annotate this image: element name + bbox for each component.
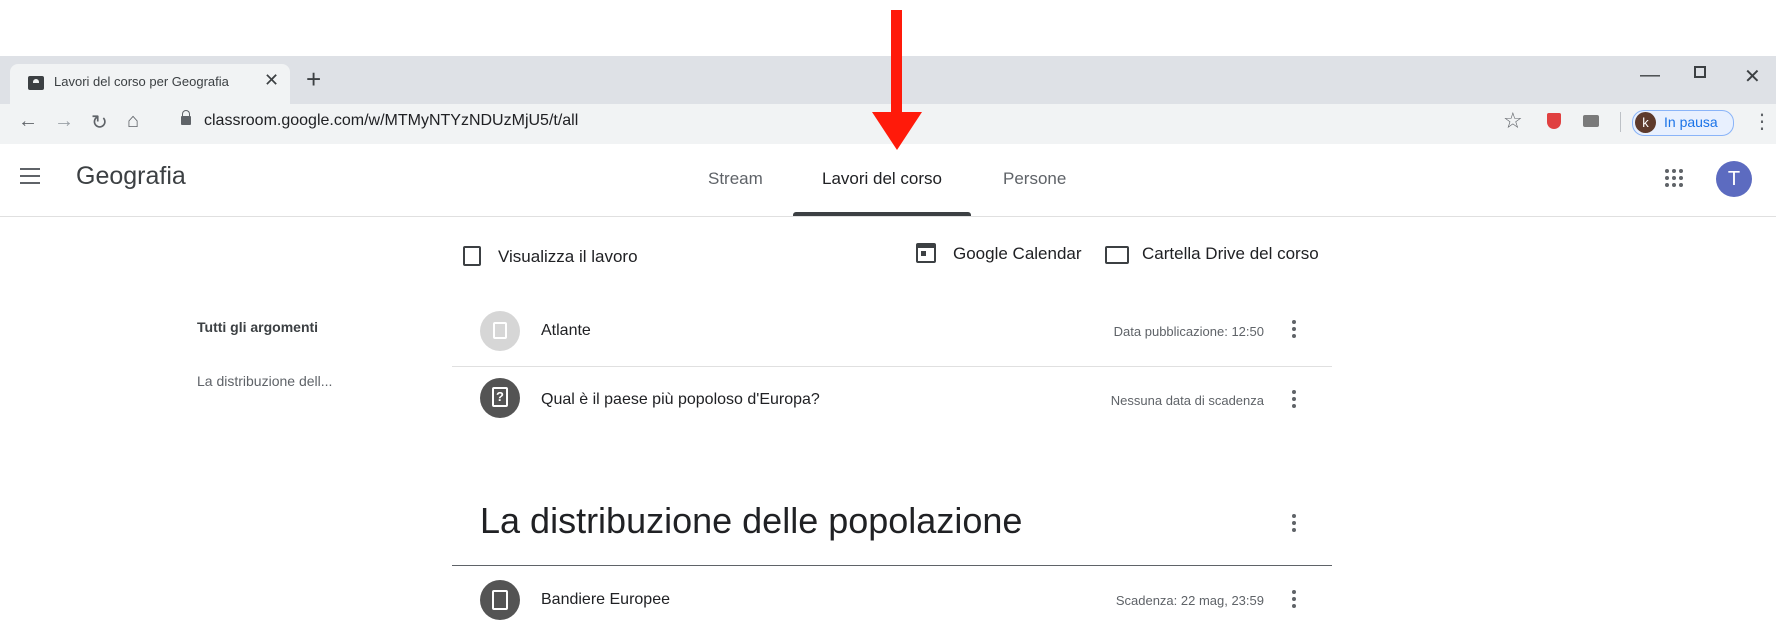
reload-icon[interactable]: ↻ [91, 110, 108, 135]
class-title[interactable]: Geografia [76, 162, 186, 191]
lock-icon[interactable] [181, 110, 191, 125]
menu-icon[interactable] [20, 168, 40, 184]
item-more-icon[interactable] [1292, 320, 1296, 338]
folder-icon[interactable] [1105, 246, 1129, 264]
item-title[interactable]: Bandiere Europee [541, 591, 670, 609]
tab-people[interactable]: Persone [1003, 169, 1066, 189]
topic-link[interactable]: La distribuzione dell... [197, 373, 332, 389]
google-calendar-link[interactable]: Google Calendar [953, 244, 1082, 264]
topic-more-icon[interactable] [1292, 514, 1296, 532]
restore-icon[interactable] [1694, 66, 1706, 78]
item-meta: Nessuna data di scadenza [1110, 393, 1264, 408]
shield-extension-icon[interactable] [1547, 113, 1561, 129]
item-title[interactable]: Qual è il paese più popoloso d'Europa? [541, 391, 820, 409]
classroom-favicon-icon [28, 76, 44, 90]
browser-tab-title: Lavori del corso per Geografia [54, 74, 229, 89]
back-icon[interactable]: ← [18, 110, 38, 133]
forward-icon[interactable]: → [54, 110, 74, 133]
calendar-icon[interactable] [916, 243, 936, 263]
drive-folder-link[interactable]: Cartella Drive del corso [1142, 244, 1319, 264]
home-icon[interactable]: ⌂ [127, 110, 139, 133]
profile-status-label[interactable]: In pausa [1664, 114, 1718, 130]
view-work-button[interactable]: Visualizza il lavoro [498, 247, 638, 267]
camera-extension-icon[interactable] [1583, 115, 1599, 127]
window-close-icon[interactable]: ✕ [1744, 64, 1761, 89]
bookmark-star-icon[interactable]: ☆ [1503, 108, 1523, 134]
tab-classwork[interactable]: Lavori del corso [822, 169, 942, 189]
view-work-icon[interactable] [463, 246, 481, 266]
item-meta: Scadenza: 22 mag, 23:59 [1115, 593, 1264, 608]
url-text[interactable]: classroom.google.com/w/MTMyNTYzNDUzMjU5/… [204, 112, 578, 130]
tab-stream[interactable]: Stream [708, 169, 763, 189]
annotation-arrow-icon [872, 112, 922, 150]
item-more-icon[interactable] [1292, 590, 1296, 608]
question-icon [480, 378, 520, 418]
assignment-icon [480, 580, 520, 620]
annotation-arrow-shaft [891, 10, 902, 116]
material-icon [480, 311, 520, 351]
topic-heading: La distribuzione delle popolazione [480, 500, 1023, 541]
topic-divider [452, 565, 1332, 566]
toolbar-separator [1620, 112, 1621, 132]
item-divider [452, 366, 1332, 367]
item-meta: Data pubblicazione: 12:50 [1113, 324, 1264, 339]
item-title[interactable]: Atlante [541, 322, 591, 340]
item-more-icon[interactable] [1292, 390, 1296, 408]
top-margin [0, 0, 1776, 56]
more-vert-icon[interactable]: ⋮ [1752, 109, 1772, 134]
topic-all-link[interactable]: Tutti gli argomenti [197, 319, 318, 335]
active-tab-indicator [793, 212, 971, 216]
apps-grid-icon[interactable] [1665, 169, 1685, 189]
profile-avatar[interactable]: k [1635, 112, 1656, 133]
tab-close-icon[interactable]: ✕ [264, 70, 279, 91]
user-avatar[interactable]: T [1716, 161, 1752, 197]
minimize-icon[interactable]: — [1640, 64, 1660, 87]
new-tab-icon[interactable]: + [306, 64, 321, 95]
